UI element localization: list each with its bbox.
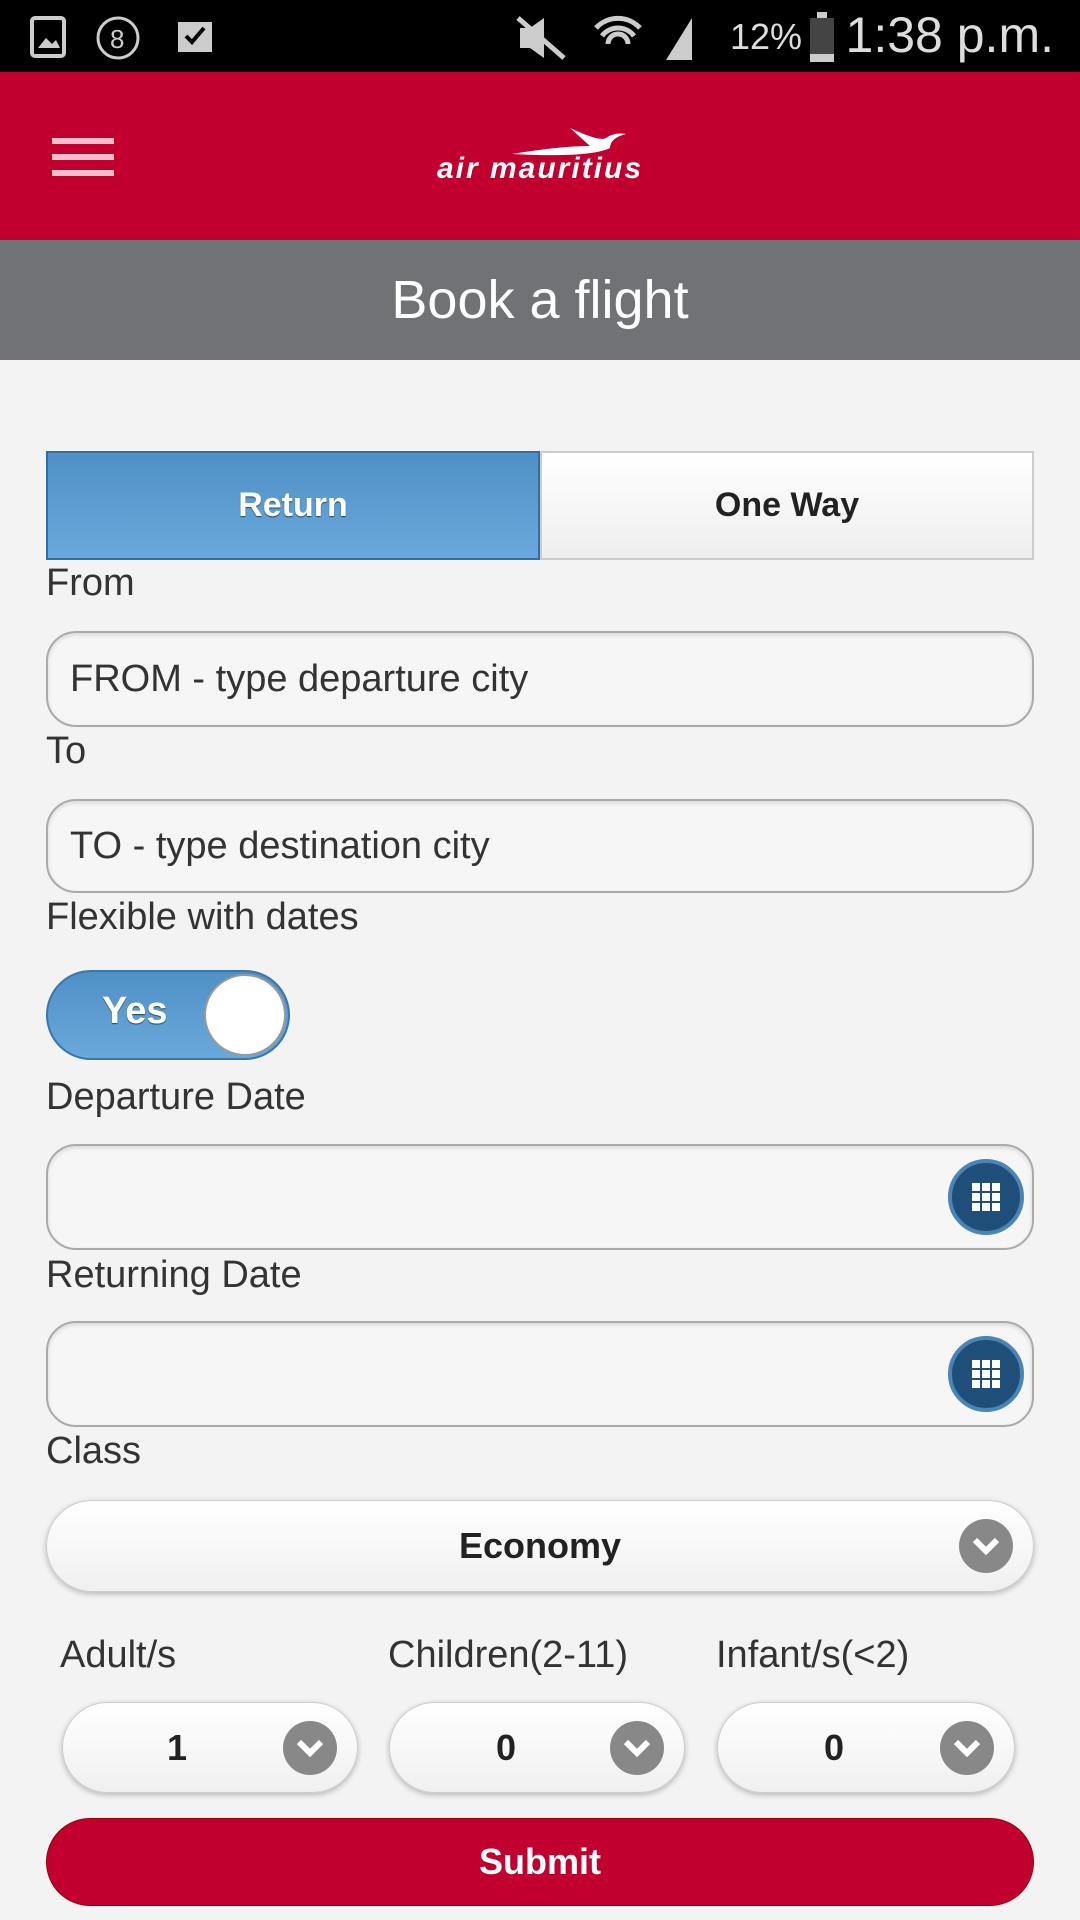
toggle-state: Yes — [102, 990, 168, 1032]
to-label: To — [46, 730, 87, 772]
flexible-label: Flexible with dates — [46, 896, 359, 938]
returning-date-input[interactable] — [46, 1321, 1034, 1427]
status-bar: 8 12% 1:38 p.m. — [0, 0, 1080, 72]
battery-percent: 12% — [729, 16, 802, 57]
chevron-down-icon — [959, 1519, 1013, 1573]
submit-button[interactable]: Submit — [46, 1818, 1034, 1906]
toggle-knob — [204, 974, 286, 1056]
from-input[interactable]: FROM - type departure city — [46, 631, 1034, 727]
children-select[interactable]: 0 — [389, 1702, 685, 1793]
children-label: Children(2-11) — [388, 1634, 629, 1676]
class-label: Class — [46, 1430, 142, 1472]
infants-label: Infant/s(<2) — [716, 1634, 910, 1676]
page-title: Book a flight — [0, 240, 1080, 360]
hamburger-menu-button[interactable] — [52, 138, 114, 176]
to-input[interactable]: TO - type destination city — [46, 799, 1034, 893]
calendar-icon[interactable] — [948, 1159, 1024, 1235]
chevron-down-icon — [283, 1720, 337, 1775]
calendar-icon[interactable] — [948, 1336, 1024, 1412]
tab-one-way[interactable]: One Way — [540, 451, 1034, 560]
notification-icons: 8 — [30, 16, 140, 60]
chevron-down-icon — [610, 1720, 664, 1775]
trip-type-tabs: Return One Way — [46, 451, 1034, 560]
tab-return[interactable]: Return — [46, 451, 540, 560]
departure-date-input[interactable] — [46, 1144, 1034, 1250]
infants-select[interactable]: 0 — [717, 1702, 1015, 1793]
svg-text:8: 8 — [110, 24, 124, 54]
battery-icon — [810, 12, 834, 62]
from-label: From — [46, 562, 135, 604]
adults-label: Adult/s — [60, 1634, 177, 1676]
adults-select[interactable]: 1 — [62, 1702, 358, 1793]
departure-date-label: Departure Date — [46, 1076, 306, 1118]
flexible-dates-toggle[interactable]: Yes — [46, 970, 290, 1060]
class-select[interactable]: Economy — [46, 1500, 1034, 1592]
clipboard-check-icon — [178, 22, 212, 52]
chevron-down-icon — [940, 1720, 994, 1775]
returning-date-label: Returning Date — [46, 1254, 302, 1296]
clock: 1:38 p.m. — [845, 7, 1054, 63]
air-mauritius-logo: air mauritius — [400, 118, 680, 198]
bird-logo-icon — [512, 128, 626, 156]
